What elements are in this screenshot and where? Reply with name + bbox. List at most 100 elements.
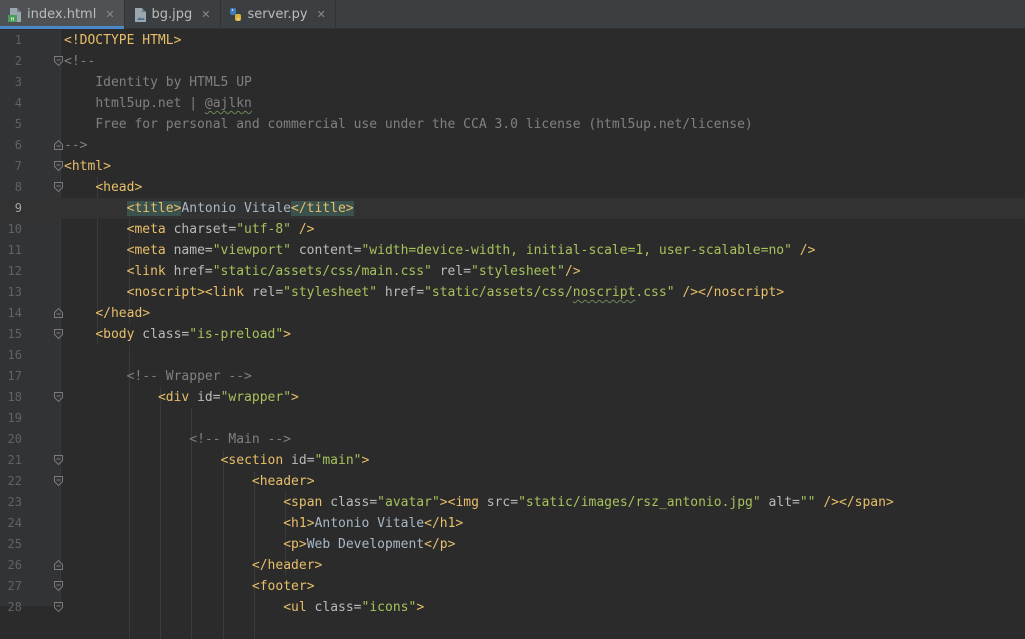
code-line[interactable]: 24 <h1>Antonio Vitale</h1> xyxy=(0,513,1025,534)
code-token: Identity by HTML5 UP xyxy=(95,75,252,90)
code-token: <meta xyxy=(126,243,174,258)
code-text: <p>Web Development</p> xyxy=(283,534,455,555)
code-text: Identity by HTML5 UP xyxy=(95,72,252,93)
code-token: html5up.net | xyxy=(95,96,205,111)
code-line[interactable]: 23 <span class="avatar"><img src="static/… xyxy=(0,492,1025,513)
code-line[interactable]: 21 <section id="main"> xyxy=(0,450,1025,471)
code-token: > xyxy=(291,390,299,405)
code-token: rel= xyxy=(431,264,472,279)
code-line[interactable]: 6 --> xyxy=(0,135,1025,156)
fold-open-icon[interactable] xyxy=(54,392,63,402)
tab-index-html[interactable]: Hindex.html ✕ xyxy=(0,0,125,29)
code-text: <section id="main"> xyxy=(221,450,370,471)
code-line[interactable]: 11 <meta name="viewport" content="width=d… xyxy=(0,240,1025,261)
code-token: <section xyxy=(220,453,292,468)
code-line[interactable]: 4 html5up.net | @ajlkn xyxy=(0,93,1025,114)
line-number: 9 xyxy=(14,201,22,215)
fold-close-icon[interactable] xyxy=(54,560,63,570)
code-editor[interactable]: 1 <!DOCTYPE HTML> 2 <!-- 3 Identity by HTML5 … xyxy=(0,30,1025,639)
code-line[interactable]: 5 Free for personal and commercial use un… xyxy=(0,114,1025,135)
code-text: <span class="avatar"><img src="static/im… xyxy=(283,492,894,513)
line-number: 13 xyxy=(7,285,22,299)
close-icon[interactable]: ✕ xyxy=(105,8,114,21)
line-number: 7 xyxy=(14,159,22,173)
tab-server-py[interactable]: server.py ✕ xyxy=(221,0,336,29)
tab-bg-jpg[interactable]: bg.jpg ✕ xyxy=(125,0,221,29)
code-token: Antonio Vitale xyxy=(314,516,425,531)
fold-open-icon[interactable] xyxy=(54,56,63,66)
code-token: </title> xyxy=(291,201,354,216)
code-line[interactable]: 1 <!DOCTYPE HTML> xyxy=(0,30,1025,51)
code-token: /> xyxy=(791,243,816,258)
line-number: 27 xyxy=(7,579,22,593)
code-token: <!DOCTYPE HTML> xyxy=(64,33,182,48)
code-line[interactable]: 19 xyxy=(0,408,1025,429)
code-line[interactable]: 9 <title>Antonio Vitale</title> xyxy=(0,198,1025,219)
line-number: 22 xyxy=(7,474,22,488)
editor-tab-bar: Hindex.html ✕ bg.jpg ✕ server.py ✕ xyxy=(0,0,1025,29)
code-line[interactable]: 14 </head> xyxy=(0,303,1025,324)
code-token: > xyxy=(416,600,425,615)
line-number: 19 xyxy=(7,411,22,425)
line-number: 21 xyxy=(7,453,22,467)
code-token: noscript xyxy=(572,285,636,300)
fold-close-icon[interactable] xyxy=(54,308,63,318)
code-line[interactable]: 27 <footer> xyxy=(0,576,1025,597)
line-number: 1 xyxy=(14,33,22,47)
code-line[interactable]: 10 <meta charset="utf-8" /> xyxy=(0,219,1025,240)
close-icon[interactable]: ✕ xyxy=(201,8,210,21)
code-text: <noscript><link rel="stylesheet" href="s… xyxy=(127,282,785,303)
fold-open-icon[interactable] xyxy=(54,476,63,486)
code-line[interactable]: 13 <noscript><link rel="stylesheet" href=… xyxy=(0,282,1025,303)
fold-open-icon[interactable] xyxy=(54,455,63,465)
code-token: <title> xyxy=(126,201,182,216)
code-text: Free for personal and commercial use und… xyxy=(95,114,752,135)
line-number: 18 xyxy=(7,390,22,404)
code-token: <img xyxy=(447,495,487,510)
code-text: <meta name="viewport" content="width=dev… xyxy=(127,240,816,261)
code-line[interactable]: 28 <ul class="icons"> xyxy=(0,597,1025,618)
code-token: "static/images/rsz_antonio.jpg" xyxy=(518,495,761,510)
code-token: alt= xyxy=(760,495,800,510)
code-line[interactable]: 18 <div id="wrapper"> xyxy=(0,387,1025,408)
code-token: "" xyxy=(799,495,816,510)
line-number: 20 xyxy=(7,432,22,446)
fold-open-icon[interactable] xyxy=(54,581,63,591)
code-line[interactable]: 16 xyxy=(0,345,1025,366)
code-token: <meta xyxy=(126,222,174,237)
python-file-icon xyxy=(229,7,243,23)
line-number: 2 xyxy=(14,54,22,68)
code-line[interactable]: 15 <body class="is-preload"> xyxy=(0,324,1025,345)
code-line[interactable]: 2 <!-- xyxy=(0,51,1025,72)
line-number: 6 xyxy=(14,138,22,152)
code-line[interactable]: 7 <html> xyxy=(0,156,1025,177)
line-number: 23 xyxy=(7,495,22,509)
fold-open-icon[interactable] xyxy=(54,602,63,612)
fold-open-icon[interactable] xyxy=(54,161,63,171)
code-line[interactable]: 3 Identity by HTML5 UP xyxy=(0,72,1025,93)
line-number: 17 xyxy=(7,369,22,383)
code-token: "static/assets/css/main.css" xyxy=(212,264,432,279)
fold-open-icon[interactable] xyxy=(54,182,63,192)
code-token: "wrapper" xyxy=(220,390,292,405)
code-line[interactable]: 22 <header> xyxy=(0,471,1025,492)
close-icon[interactable]: ✕ xyxy=(317,8,326,21)
code-token: </head> xyxy=(95,306,151,321)
code-text: <!DOCTYPE HTML> xyxy=(64,30,181,51)
code-token: @ajlkn xyxy=(204,96,252,111)
code-token: <footer> xyxy=(251,579,315,594)
code-line[interactable]: 17 <!-- Wrapper --> xyxy=(0,366,1025,387)
code-token: <link xyxy=(126,264,174,279)
fold-close-icon[interactable] xyxy=(54,140,63,150)
code-token: <ul xyxy=(283,600,315,615)
code-line[interactable]: 20 <!-- Main --> xyxy=(0,429,1025,450)
code-line[interactable]: 8 <head> xyxy=(0,177,1025,198)
code-token: <header> xyxy=(251,474,315,489)
code-line[interactable]: 25 <p>Web Development</p> xyxy=(0,534,1025,555)
fold-open-icon[interactable] xyxy=(54,329,63,339)
code-text: <!-- Main --> xyxy=(189,429,291,450)
code-token: <!-- Main --> xyxy=(189,432,292,447)
code-line[interactable]: 26 </header> xyxy=(0,555,1025,576)
code-token: href= xyxy=(173,264,213,279)
code-line[interactable]: 12 <link href="static/assets/css/main.css… xyxy=(0,261,1025,282)
